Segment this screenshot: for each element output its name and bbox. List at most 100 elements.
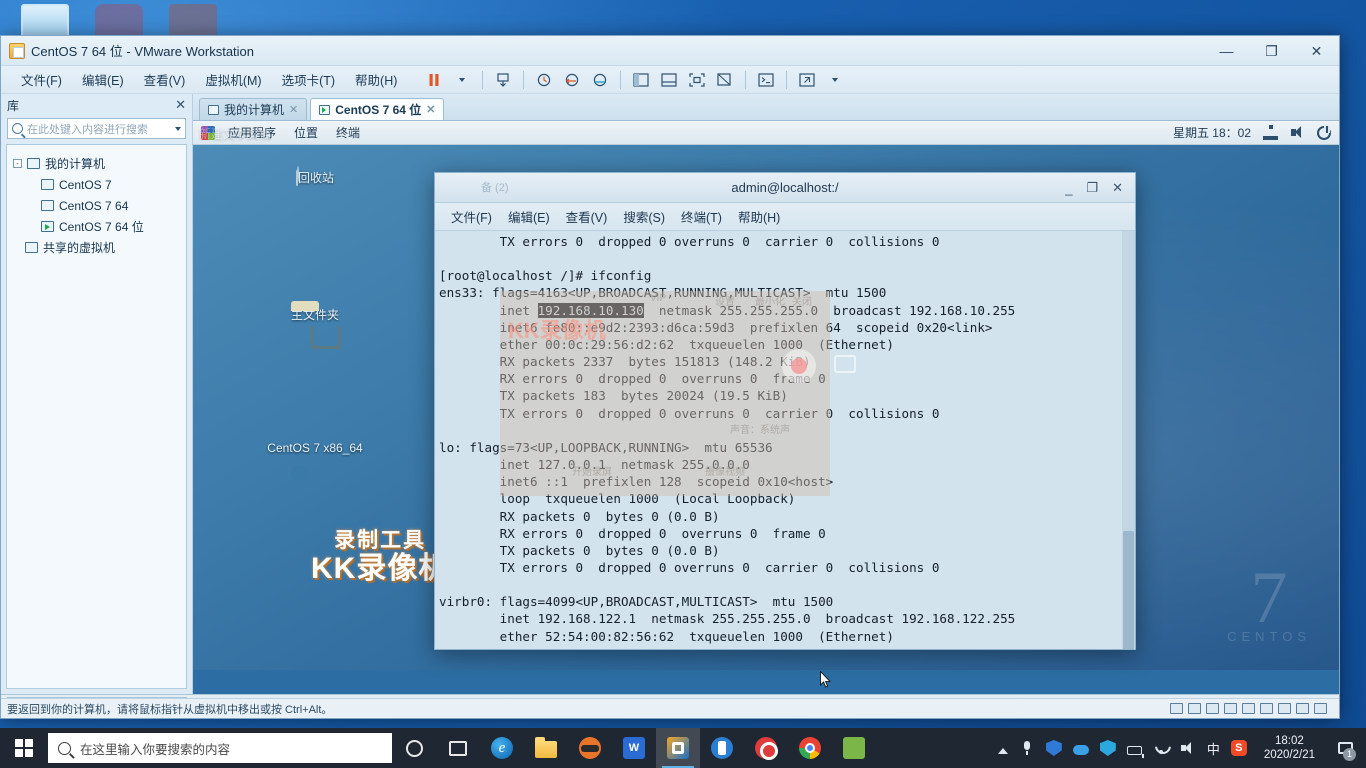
terminal-ghost-label: 备 (2): [481, 182, 509, 194]
guest-icon-trash[interactable]: 回收站: [267, 169, 363, 186]
guest-icon-centos-iso[interactable]: CentOS 7 x86_64: [267, 441, 363, 455]
terminal-scrollbar-thumb[interactable]: [1123, 531, 1134, 649]
unity-mode-icon[interactable]: [712, 69, 738, 91]
terminal-minimize-button[interactable]: _: [1065, 181, 1072, 196]
taskbar-task-view-button[interactable]: [436, 728, 480, 768]
taskbar-ninja-proxy-button[interactable]: [568, 728, 612, 768]
show-hidden-icons[interactable]: [997, 748, 1008, 754]
notification-center-button[interactable]: 1: [1332, 728, 1358, 768]
search-input[interactable]: 在这里输入你要搜索的内容: [48, 733, 392, 763]
tab-centos7-64bit[interactable]: CentOS 7 64 位 ✕: [310, 98, 445, 120]
taskbar-chrome-button[interactable]: [788, 728, 832, 768]
tree-item-my-computer[interactable]: - 我的计算机: [11, 153, 182, 174]
gnome-menu-terminal[interactable]: 终端: [327, 123, 369, 142]
terminal-title-bar[interactable]: 备 (2) admin@localhost:/ _ ❐ ✕: [435, 173, 1135, 203]
taskbar-wechat-button[interactable]: [832, 728, 876, 768]
library-search-placeholder: 在此处键入内容进行搜索: [27, 123, 148, 136]
hard-disk-icon[interactable]: [1170, 703, 1183, 714]
taskbar-cortana-button[interactable]: [392, 728, 436, 768]
snapshot-icon[interactable]: [490, 69, 516, 91]
console-icon[interactable]: [753, 69, 779, 91]
guest-icon-new-text-doc[interactable]: 新建文本文档: [193, 125, 283, 142]
printer-icon[interactable]: [1242, 703, 1255, 714]
library-close-icon[interactable]: ✕: [175, 97, 186, 113]
battery-icon[interactable]: [1126, 745, 1144, 758]
tree-item-centos7[interactable]: CentOS 7: [11, 174, 182, 195]
terminal-menu-terminal[interactable]: 终端(T): [673, 205, 730, 228]
terminal-menu-file[interactable]: 文件(F): [443, 205, 500, 228]
lock-icon[interactable]: [1296, 703, 1309, 714]
chevron-down-icon[interactable]: [175, 126, 181, 131]
tree-expander-icon[interactable]: -: [13, 159, 22, 168]
pause-icon[interactable]: [421, 69, 447, 91]
wifi-icon[interactable]: [1153, 740, 1169, 756]
message-icon[interactable]: [1314, 703, 1327, 714]
cloud-sync-icon[interactable]: [1072, 744, 1089, 755]
stretch-caret-icon[interactable]: [822, 69, 848, 91]
menu-help[interactable]: 帮助(H): [345, 67, 407, 92]
show-library-icon[interactable]: [628, 69, 654, 91]
tree-item-centos7-64[interactable]: CentOS 7 64: [11, 195, 182, 216]
network-icon[interactable]: [1263, 125, 1278, 140]
pc-icon: [21, 4, 69, 44]
gnome-menu-places[interactable]: 位置: [285, 123, 327, 142]
terminal-menu-view[interactable]: 查看(V): [558, 205, 616, 228]
menu-file[interactable]: 文件(F): [11, 67, 72, 92]
taskbar-edge-button[interactable]: [480, 728, 524, 768]
gnome-terminal-window[interactable]: 备 (2) admin@localhost:/ _ ❐ ✕ 文件(F) 编辑(E…: [434, 172, 1136, 650]
safe-shield-icon[interactable]: [1045, 740, 1062, 756]
start-button[interactable]: [0, 728, 48, 768]
computer-icon: [27, 158, 40, 169]
usb-icon[interactable]: [1224, 703, 1237, 714]
menu-tabs[interactable]: 选项卡(T): [272, 67, 345, 92]
taskbar-wps-office-button[interactable]: [612, 728, 656, 768]
library-search-box[interactable]: 在此处键入内容进行搜索: [7, 118, 186, 139]
guest-icon-home[interactable]: 主文件夹: [267, 306, 363, 323]
taskbar-clock[interactable]: 18:02 2020/2/21: [1258, 734, 1321, 762]
menu-view[interactable]: 查看(V): [134, 67, 196, 92]
snapshot-take-icon[interactable]: [531, 69, 557, 91]
power-icon[interactable]: [1317, 125, 1331, 140]
full-screen-icon[interactable]: [684, 69, 710, 91]
terminal-output-area[interactable]: TX errors 0 dropped 0 overruns 0 carrier…: [435, 231, 1135, 649]
menu-edit[interactable]: 编辑(E): [72, 67, 134, 92]
vmware-title-bar[interactable]: CentOS 7 64 位 - VMware Workstation — ❐ ✕: [1, 36, 1339, 66]
tree-item-centos7-64-bit[interactable]: CentOS 7 64 位: [11, 216, 182, 237]
terminal-menu-search[interactable]: 搜索(S): [615, 205, 673, 228]
toolbar-separator-3: [620, 70, 622, 89]
volume-icon[interactable]: [1290, 125, 1305, 140]
maximize-button[interactable]: ❐: [1249, 36, 1294, 66]
taskbar-file-explorer-button[interactable]: [524, 728, 568, 768]
display-icon[interactable]: [1278, 703, 1291, 714]
tab-close-icon[interactable]: ✕: [426, 103, 435, 116]
show-thumbnails-icon[interactable]: [656, 69, 682, 91]
minimize-button[interactable]: —: [1204, 36, 1249, 66]
tree-item-shared-vms[interactable]: 共享的虚拟机: [11, 237, 182, 258]
terminal-scrollbar[interactable]: [1122, 231, 1135, 649]
terminal-menu-edit[interactable]: 编辑(E): [500, 205, 558, 228]
terminal-maximize-button[interactable]: ❐: [1086, 180, 1098, 196]
sound-card-icon[interactable]: [1260, 703, 1273, 714]
volume-icon[interactable]: [1180, 740, 1196, 756]
terminal-close-button[interactable]: ✕: [1112, 180, 1123, 196]
microphone-icon[interactable]: [1019, 740, 1035, 756]
terminal-menu-help[interactable]: 帮助(H): [730, 205, 788, 228]
sogou-ime-icon[interactable]: S: [1230, 740, 1247, 756]
dropdown-caret-icon[interactable]: [449, 69, 475, 91]
taskbar-snail-browser-button[interactable]: [744, 728, 788, 768]
taskbar-vmware-workstation-button[interactable]: [656, 728, 700, 768]
snapshot-manager-icon[interactable]: [587, 69, 613, 91]
security-shield-icon[interactable]: [1099, 740, 1116, 756]
wps-office-icon: [623, 737, 645, 759]
gnome-clock[interactable]: 星期五 18：02: [1173, 124, 1251, 141]
stretch-icon[interactable]: [794, 69, 820, 91]
tab-my-computer[interactable]: 我的计算机 ✕: [199, 98, 308, 120]
snapshot-revert-icon[interactable]: [559, 69, 585, 91]
close-button[interactable]: ✕: [1294, 36, 1339, 66]
menu-vm[interactable]: 虚拟机(M): [195, 67, 271, 92]
taskbar-phone-manager-button[interactable]: [700, 728, 744, 768]
tab-close-icon[interactable]: ✕: [289, 103, 298, 116]
network-adapter-icon[interactable]: [1206, 703, 1219, 714]
cd-drive-icon[interactable]: [1188, 703, 1201, 714]
ime-indicator[interactable]: 中: [1207, 739, 1220, 758]
